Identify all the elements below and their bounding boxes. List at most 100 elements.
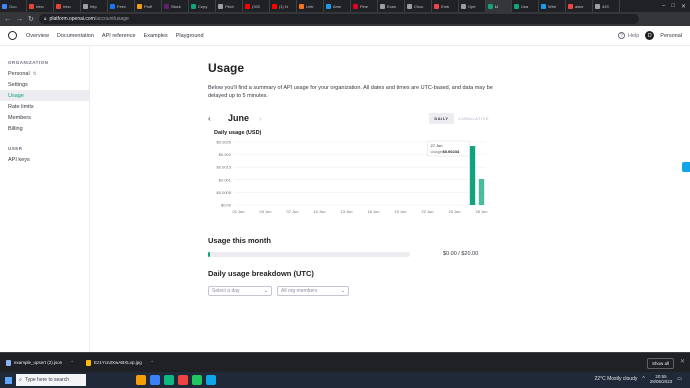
sidebar-item-label: Personal bbox=[8, 70, 30, 77]
browser-tab[interactable]: Inbo bbox=[54, 0, 81, 12]
browser-tab[interactable]: aske bbox=[566, 0, 593, 12]
back-icon[interactable]: ← bbox=[4, 16, 11, 23]
chevron-up-icon[interactable]: ⌃ bbox=[70, 360, 74, 366]
tooltip-label: Usage: bbox=[431, 149, 444, 154]
y-tick-label: $0.00 bbox=[221, 203, 232, 208]
forward-icon[interactable]: → bbox=[16, 16, 23, 23]
tab-label: (1) N bbox=[279, 3, 288, 9]
browser-tab[interactable]: Usa bbox=[512, 0, 539, 12]
sidebar-item-rate-limits[interactable]: Rate limits bbox=[0, 101, 89, 112]
close-icon[interactable]: ✕ bbox=[681, 3, 686, 10]
account-name[interactable]: Personal bbox=[660, 33, 682, 39]
windows-taskbar: ⌕ Type here to search 22°C Mostly cloudy… bbox=[0, 372, 690, 388]
minimize-icon[interactable]: – bbox=[662, 3, 665, 9]
cumulative-toggle[interactable]: CUMULATIVE bbox=[454, 113, 494, 124]
question-icon: ? bbox=[617, 32, 625, 39]
next-month-icon[interactable]: › bbox=[259, 114, 269, 123]
select-day-dropdown[interactable]: Select a day ⌄ bbox=[208, 286, 272, 296]
x-tick-label: 16 Jun bbox=[367, 209, 379, 214]
browser-tab[interactable]: http bbox=[81, 0, 108, 12]
nav-playground[interactable]: Playground bbox=[176, 33, 204, 39]
download-item[interactable]: example_upsert (2).json ⌃ bbox=[0, 359, 80, 366]
sidebar-item-billing[interactable]: Billing bbox=[0, 123, 89, 134]
taskbar-app-icon[interactable] bbox=[164, 375, 174, 385]
browser-tab[interactable]: Exan bbox=[378, 0, 405, 12]
browser-tab[interactable]: Feec bbox=[108, 0, 135, 12]
file-icon bbox=[6, 359, 11, 366]
help-button[interactable]: ? Help bbox=[617, 32, 639, 39]
sidebar-item-personal[interactable]: Personal ⇅ bbox=[0, 68, 89, 79]
openai-logo-icon[interactable] bbox=[8, 31, 17, 40]
maximize-icon[interactable]: □ bbox=[671, 3, 675, 9]
browser-tab[interactable]: Emb bbox=[432, 0, 459, 12]
browser-tab[interactable]: U bbox=[486, 0, 512, 12]
browser-tab[interactable]: Choc bbox=[405, 0, 432, 12]
taskbar-app-icon[interactable] bbox=[150, 375, 160, 385]
browser-tab[interactable]: Slack bbox=[162, 0, 189, 12]
sidebar-item-members[interactable]: Members bbox=[0, 112, 89, 123]
usage-month-heading: Usage this month bbox=[208, 236, 271, 245]
taskbar-app-icon[interactable] bbox=[206, 375, 216, 385]
usage-progress-bar bbox=[208, 252, 410, 257]
sidebar-item-api-keys[interactable]: API keys bbox=[0, 154, 89, 165]
tab-favicon-icon bbox=[245, 3, 250, 9]
system-tray: 22°C Mostly cloudy ^ 20:55 28/06/2023 ▭ bbox=[595, 374, 682, 384]
daily-toggle[interactable]: DAILY bbox=[429, 112, 454, 124]
sidebar-item-label: API keys bbox=[8, 156, 30, 163]
extension-side-icon[interactable] bbox=[682, 162, 690, 172]
switch-icon: ⇅ bbox=[32, 70, 37, 76]
close-downloads-icon[interactable]: ✕ bbox=[680, 358, 685, 365]
browser-tab[interactable]: Goo bbox=[0, 0, 27, 12]
url-field[interactable]: 🔒︎ platform.openai.com/account/usage bbox=[38, 14, 639, 24]
show-all-button[interactable]: Show all bbox=[646, 358, 674, 369]
taskbar-search[interactable]: ⌕ Type here to search bbox=[16, 374, 86, 386]
taskbar-app-icon[interactable] bbox=[192, 375, 202, 385]
browser-tab[interactable]: Pine bbox=[351, 0, 378, 12]
browser-tab[interactable]: Untr bbox=[297, 0, 324, 12]
tab-label: Ame bbox=[333, 3, 342, 9]
browser-tab[interactable]: (1) N bbox=[270, 0, 297, 12]
nav-api-reference[interactable]: API reference bbox=[102, 33, 136, 39]
download-filename: Ez1Ycn3XwABXLvp.jpg bbox=[94, 360, 142, 365]
tab-favicon-icon bbox=[164, 3, 169, 9]
tray-chevron-icon[interactable]: ^ bbox=[642, 376, 644, 382]
tab-label: Goo bbox=[9, 3, 17, 9]
browser-tab[interactable]: 429 bbox=[593, 0, 620, 12]
browser-tab[interactable]: Whe bbox=[539, 0, 566, 12]
notification-icon[interactable]: ▭ bbox=[677, 376, 682, 382]
weather[interactable]: 22°C Mostly cloudy bbox=[595, 376, 638, 382]
tab-favicon-icon bbox=[299, 3, 304, 9]
windows-start-icon[interactable] bbox=[0, 372, 16, 388]
org-heading: ORGANIZATION bbox=[8, 60, 49, 65]
prev-month-icon[interactable]: ‹ bbox=[208, 114, 218, 123]
avatar[interactable]: D bbox=[645, 31, 655, 40]
browser-tab[interactable]: Copy bbox=[189, 0, 216, 12]
taskbar-apps bbox=[136, 375, 216, 385]
chevron-up-icon[interactable]: ⌃ bbox=[150, 360, 154, 366]
x-tick-label: 25 Jun bbox=[448, 209, 460, 214]
browser-tab[interactable]: Inbo bbox=[27, 0, 54, 12]
clock[interactable]: 20:55 28/06/2023 bbox=[650, 374, 673, 384]
nav-overview[interactable]: Overview bbox=[26, 33, 49, 39]
browser-tab[interactable]: Ame bbox=[324, 0, 351, 12]
tab-favicon-icon bbox=[326, 3, 331, 9]
month-label: June bbox=[228, 113, 250, 123]
x-tick-label: 01 Jun bbox=[232, 209, 244, 214]
browser-tab[interactable]: Ope bbox=[459, 0, 486, 12]
browser-tab[interactable]: (332 bbox=[243, 0, 270, 12]
sidebar-item-label: Usage bbox=[8, 92, 24, 99]
nav-examples[interactable]: Examples bbox=[144, 33, 168, 39]
reload-icon[interactable]: ↻ bbox=[28, 15, 34, 23]
sidebar-item-settings[interactable]: Settings bbox=[0, 79, 89, 90]
y-tick-label: $0.002 bbox=[219, 152, 232, 157]
nav-documentation[interactable]: Documentation bbox=[57, 33, 94, 39]
taskbar-app-icon[interactable] bbox=[136, 375, 146, 385]
taskbar-app-icon[interactable] bbox=[178, 375, 188, 385]
tooltip-date: 27 Jun bbox=[431, 143, 443, 148]
browser-tab[interactable]: Profi bbox=[135, 0, 162, 12]
download-item[interactable]: Ez1Ycn3XwABXLvp.jpg ⌃ bbox=[80, 359, 160, 366]
browser-tab[interactable]: Pitch bbox=[216, 0, 243, 12]
y-tick-label: $0.0015 bbox=[217, 165, 232, 170]
members-dropdown[interactable]: All org members ⌄ bbox=[277, 286, 349, 296]
sidebar-item-usage[interactable]: Usage bbox=[0, 90, 89, 101]
